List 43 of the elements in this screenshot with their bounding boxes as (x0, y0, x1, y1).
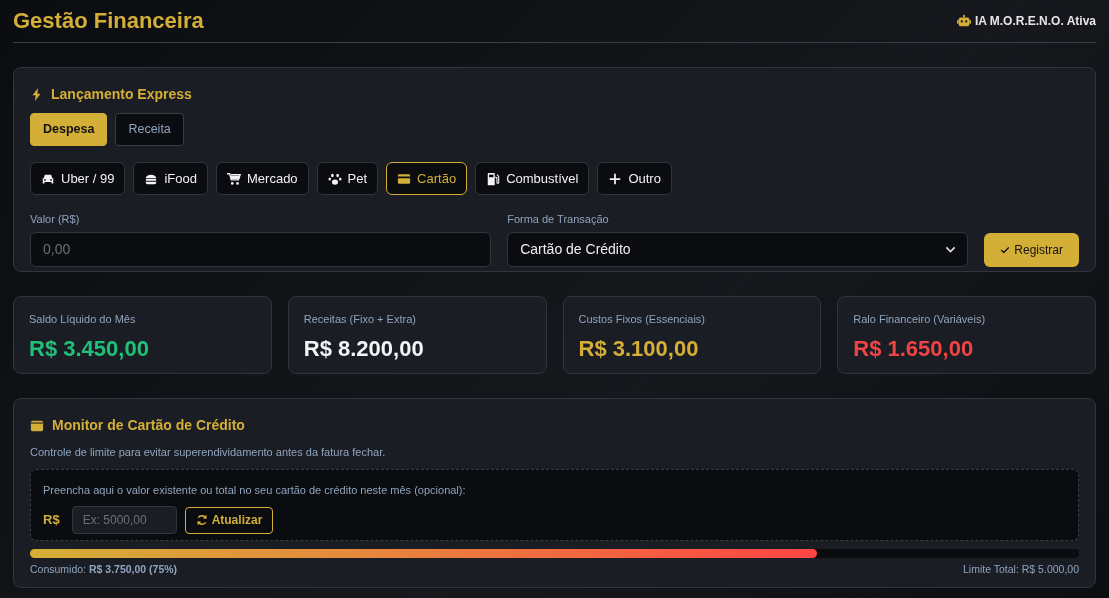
field-label: Valor (R$) (30, 212, 81, 228)
stat-value: R$ 1.650,00 (853, 334, 975, 363)
page-title: Gestão Financeira (13, 7, 204, 35)
cart-icon (227, 171, 241, 186)
stat-value: R$ 3.100,00 (578, 334, 700, 363)
credit-card-icon (397, 171, 412, 186)
lightning-icon (30, 88, 43, 101)
update-button[interactable]: Atualizar (184, 506, 274, 534)
field-label: Forma de Transação (507, 212, 610, 228)
refresh-icon (195, 514, 208, 526)
prompt-text: Preencha aqui o valor existente ou total no seu cartão de crédito neste mês (opcional): (43, 482, 467, 498)
stat-value: R$ 8.200,00 (303, 334, 425, 363)
stat-label: Custos Fixos (Essenciais) (578, 312, 707, 327)
stat-label: Ralo Financeiro (Variáveis) (853, 312, 987, 327)
section-title: Monitor de Cartão de Crédito (52, 416, 245, 435)
type-toggle[interactable]: Despesa (30, 113, 108, 146)
register-button[interactable]: Registrar (984, 232, 1079, 267)
stat-label: Saldo Líquido do Mês (29, 312, 137, 327)
amount-field[interactable]: 0,00 (30, 231, 492, 267)
section-title: Lançamento Express (51, 85, 192, 104)
robot-icon (956, 14, 971, 28)
category-button[interactable]: Combustível (475, 161, 590, 196)
category-button[interactable]: Pet (316, 161, 379, 196)
wallet-icon (30, 418, 44, 433)
category-button[interactable]: Cartão (386, 161, 468, 196)
category-button[interactable]: Uber / 99 (30, 161, 126, 196)
stat-label: Receitas (Fixo + Extra) (303, 312, 417, 327)
card-amount-field[interactable]: Ex: 5000,00 (71, 506, 177, 534)
fuel-pump-icon (486, 171, 501, 186)
category-button[interactable]: Mercado (216, 161, 309, 196)
check-icon (1000, 244, 1011, 255)
description: Controle de limite para evitar superendividamento antes da fatura fechar. (30, 445, 387, 460)
category-button[interactable]: iFood (133, 161, 208, 196)
currency-label: R$ (43, 511, 60, 530)
ai-status: IA M.O.R.E.N.O. Ativa (974, 13, 1096, 30)
limit-text: Limite Total: R$ 5.000,00 (963, 561, 1079, 577)
consumed-text: Consumido: R$ 3.750,00 (75%) (30, 561, 178, 577)
paw-icon (327, 171, 342, 186)
type-toggle[interactable]: Receita (115, 113, 184, 146)
plus-icon (608, 171, 623, 186)
stat-value: R$ 3.450,00 (29, 334, 150, 363)
payment-method-select[interactable]: Cartão de Crédito (507, 231, 969, 267)
category-button[interactable]: Outro (597, 161, 672, 196)
